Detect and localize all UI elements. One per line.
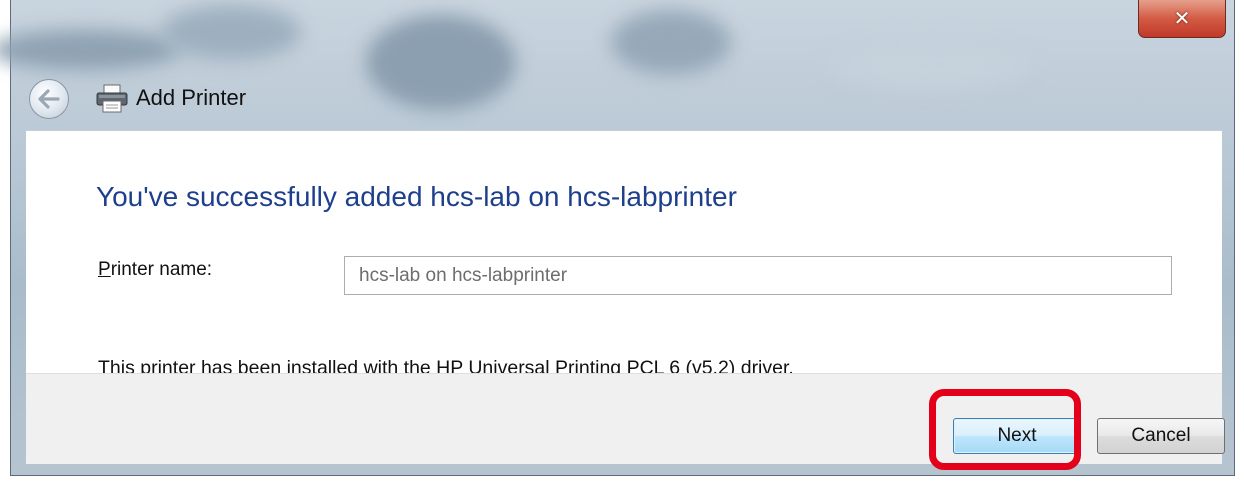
background-blur [161, 5, 301, 60]
printer-icon [96, 84, 128, 113]
close-button[interactable]: ✕ [1138, 0, 1226, 38]
background-blur [366, 15, 516, 110]
printer-name-input[interactable] [344, 256, 1172, 295]
next-button[interactable]: Next [953, 418, 1081, 454]
background-blur [0, 30, 181, 70]
page-title: You've successfully added hcs-lab on hcs… [96, 181, 737, 212]
button-bar: Next Cancel [26, 373, 1225, 464]
printer-name-label: Printer name: [98, 259, 212, 281]
window-title: Add Printer [136, 85, 247, 110]
background-blur [831, 40, 1031, 90]
close-icon: ✕ [1173, 8, 1191, 30]
background-blur [611, 10, 731, 75]
back-button[interactable] [29, 79, 69, 119]
printer-name-label-text: rinter name: [110, 259, 213, 280]
content-panel: You've successfully added hcs-lab on hcs… [26, 130, 1222, 379]
cancel-button[interactable]: Cancel [1097, 418, 1225, 454]
printer-name-label-mnemonic: P [98, 259, 111, 280]
back-arrow-icon [38, 89, 60, 109]
add-printer-window: ✕ Add Printer You've successfully added … [0, 0, 1235, 476]
